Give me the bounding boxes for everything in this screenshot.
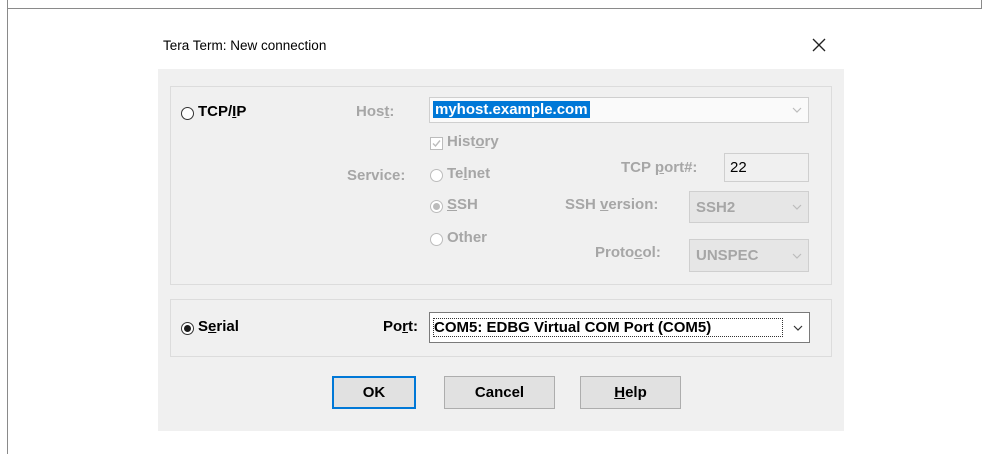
service-label: Service:: [347, 167, 406, 184]
protocol-value: UNSPEC: [696, 247, 759, 264]
ssh-radio[interactable]: [430, 200, 443, 213]
telnet-label[interactable]: Telnet: [447, 165, 490, 182]
background-window-frame: [7, 0, 982, 9]
tcp-port-input[interactable]: 22: [724, 153, 809, 182]
serial-group: Serial Port: COM5: EDBG Virtual COM Port…: [170, 299, 832, 357]
telnet-radio[interactable]: [430, 169, 443, 182]
ssh-version-select[interactable]: SSH2: [689, 191, 809, 223]
port-label: Port:: [383, 318, 419, 335]
tcp-port-label: TCP port#:: [621, 159, 698, 176]
chevron-down-icon: [792, 253, 802, 259]
other-label[interactable]: Other: [447, 229, 487, 246]
protocol-select[interactable]: UNSPEC: [689, 239, 809, 272]
dialog-titlebar: Tera Term: New connection: [158, 22, 844, 69]
host-label: Host:: [356, 103, 395, 120]
chevron-down-icon: [792, 204, 802, 210]
tcpip-radio[interactable]: [181, 107, 194, 120]
ssh-version-label: SSH version:: [565, 196, 659, 213]
serial-label[interactable]: Serial: [198, 318, 239, 335]
background-window-edge: [7, 8, 8, 454]
ssh-version-value: SSH2: [696, 199, 736, 216]
history-label[interactable]: History: [447, 133, 499, 150]
ssh-label[interactable]: SSH: [447, 196, 478, 213]
host-combobox[interactable]: myhost.example.com: [429, 97, 809, 123]
history-checkbox[interactable]: [430, 137, 443, 150]
host-value: myhost.example.com: [433, 101, 590, 118]
cancel-button[interactable]: Cancel: [444, 376, 555, 409]
protocol-label: Protocol:: [595, 244, 661, 261]
help-button[interactable]: Help: [580, 376, 681, 409]
dialog-title: Tera Term: New connection: [163, 38, 327, 53]
ok-button[interactable]: OK: [332, 376, 416, 409]
chevron-down-icon: [793, 325, 803, 331]
port-select[interactable]: COM5: EDBG Virtual COM Port (COM5): [429, 312, 810, 343]
new-connection-dialog: Tera Term: New connection TCP/IP Host: m…: [158, 22, 844, 431]
close-icon[interactable]: [806, 32, 832, 58]
tcpip-group: TCP/IP Host: myhost.example.com History …: [170, 86, 832, 285]
tcpip-label[interactable]: TCP/IP: [198, 103, 246, 120]
chevron-down-icon: [792, 107, 802, 113]
port-value: COM5: EDBG Virtual COM Port (COM5): [433, 318, 783, 337]
tcp-port-value: 22: [730, 159, 747, 176]
other-radio[interactable]: [430, 233, 443, 246]
serial-radio[interactable]: [181, 322, 194, 335]
